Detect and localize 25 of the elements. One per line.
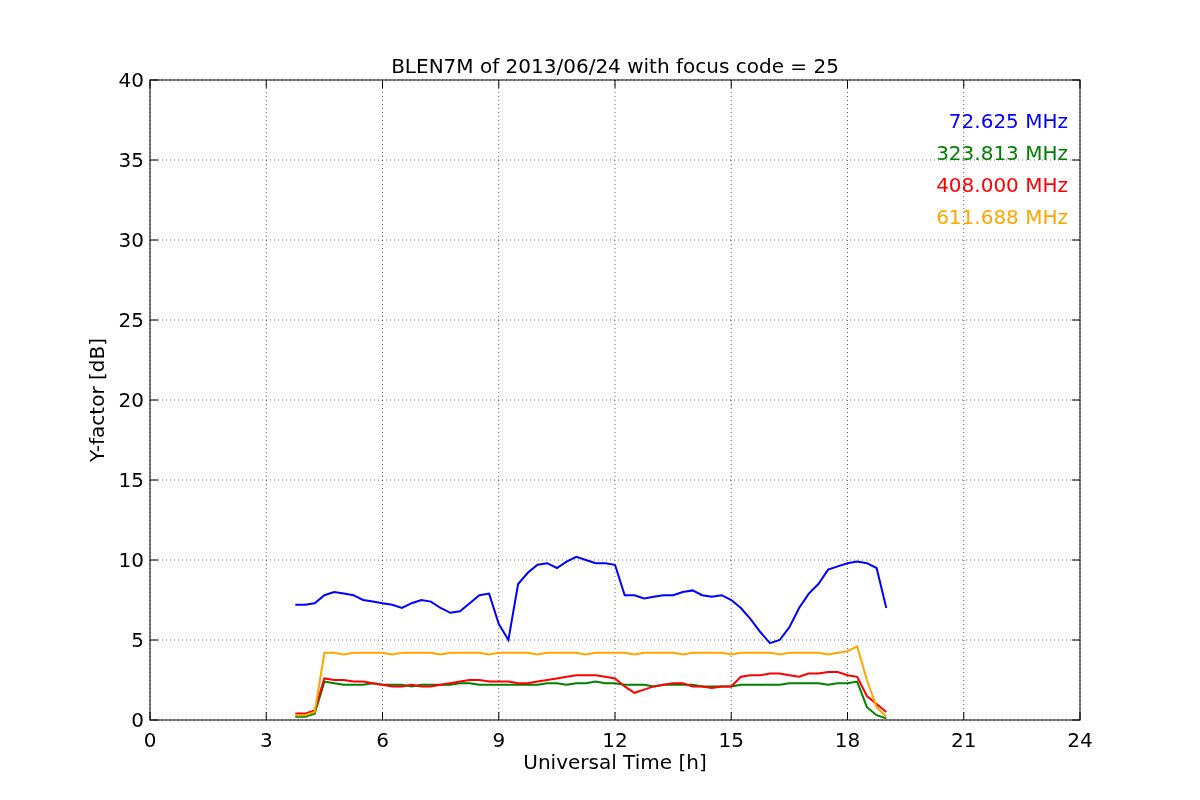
y-tick-label: 5 [131, 628, 144, 652]
y-tick-label: 35 [118, 148, 144, 172]
y-tick-label: 10 [118, 548, 144, 572]
x-tick-label: 18 [834, 728, 861, 752]
y-tick-label: 20 [118, 388, 144, 412]
x-tick-label: 6 [376, 728, 389, 752]
legend-label: 323.813 MHz [936, 141, 1068, 165]
y-tick-label: 15 [118, 468, 144, 492]
y-tick-label: 30 [118, 228, 144, 252]
y-tick-label: 0 [131, 708, 144, 732]
y-tick-label: 25 [118, 308, 144, 332]
x-tick-label: 9 [492, 728, 506, 752]
x-tick-label: 21 [951, 728, 977, 752]
x-axis-title: Universal Time [h] [523, 750, 707, 774]
x-tick-label: 12 [602, 728, 628, 752]
x-tick-label: 15 [718, 728, 744, 752]
legend-label: 408.000 MHz [936, 173, 1068, 197]
x-tick-label: 3 [259, 728, 273, 752]
x-tick-label: 24 [1067, 728, 1093, 752]
chart-title: BLEN7M of 2013/06/24 with focus code = 25 [391, 54, 839, 78]
y-tick-label: 40 [118, 68, 144, 92]
legend-label: 72.625 MHz [948, 109, 1068, 133]
legend-label: 611.688 MHz [936, 205, 1068, 229]
x-tick-label: 0 [143, 728, 157, 752]
y-axis-title: Y-factor [dB] [85, 338, 109, 462]
